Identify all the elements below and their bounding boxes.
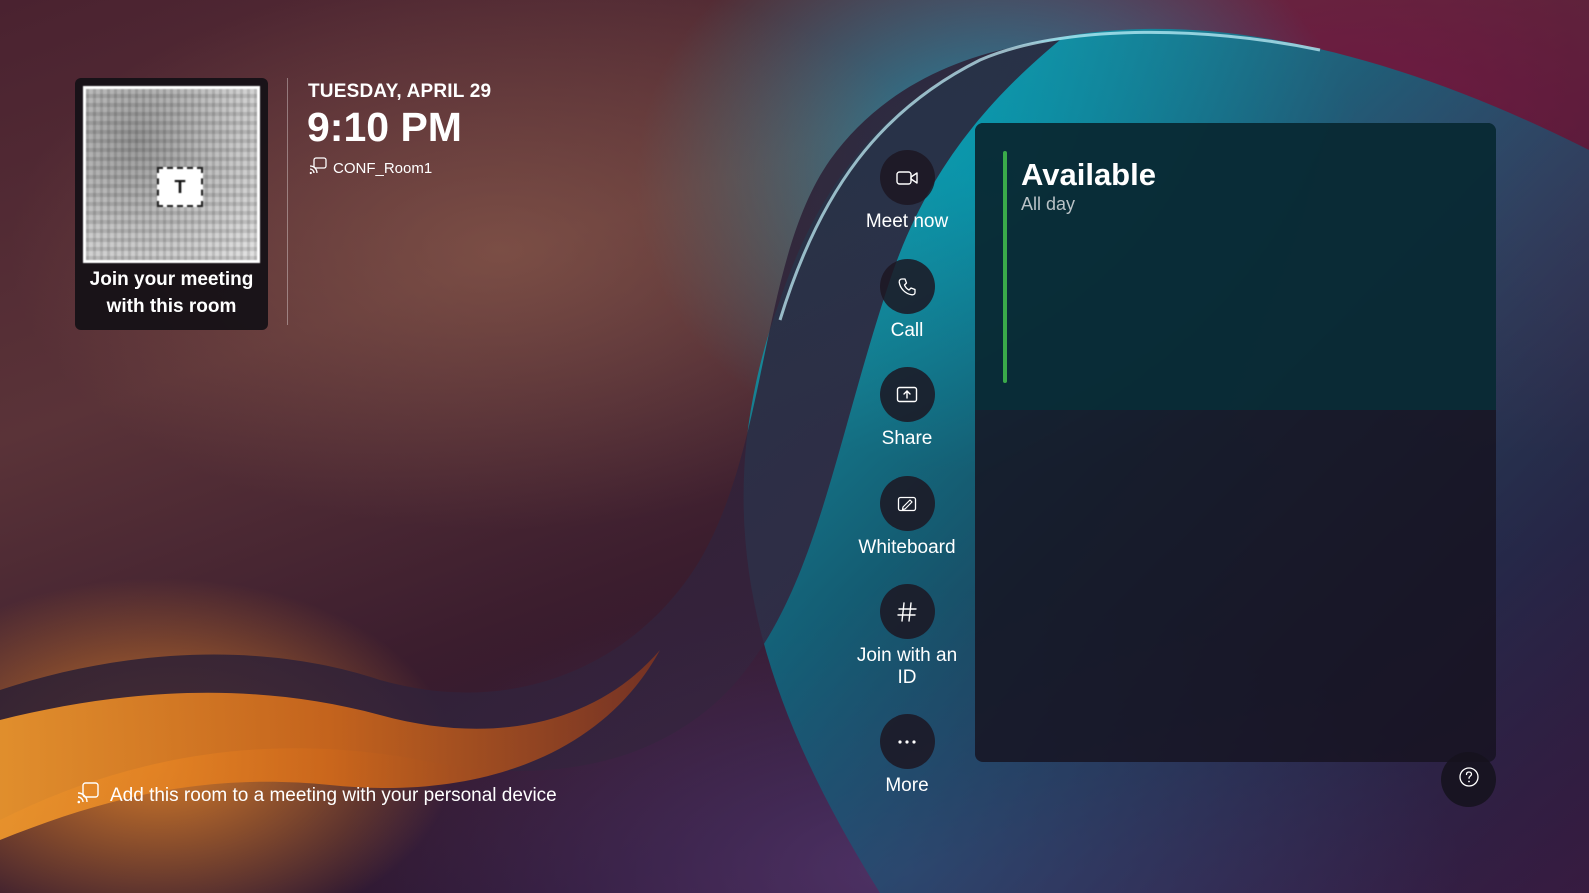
calendar-panel: Available All day: [975, 123, 1496, 762]
join-qr-card[interactable]: T Join your meeting with this room: [75, 78, 268, 330]
meet-now-button[interactable]: Meet now: [847, 150, 967, 233]
current-date: TUESDAY, APRIL 29: [308, 81, 492, 102]
whiteboard-icon: [879, 476, 935, 531]
add-room-hint-text: Add this room to a meeting with your per…: [110, 785, 557, 806]
share-button[interactable]: Share: [847, 367, 967, 450]
header-divider: [287, 78, 288, 325]
help-icon: [1458, 766, 1480, 793]
room-name-row: CONF_Room1: [309, 157, 432, 179]
availability-indicator: [1003, 151, 1007, 383]
share-screen-icon: [879, 367, 935, 422]
more-icon: [879, 714, 935, 769]
more-button[interactable]: More: [847, 714, 967, 797]
add-room-hint: Add this room to a meeting with your per…: [76, 781, 557, 811]
availability-card[interactable]: Available All day: [975, 123, 1496, 410]
phone-icon: [879, 259, 935, 314]
video-camera-icon: [879, 150, 935, 205]
share-label: Share: [881, 428, 933, 449]
join-with-id-label: Join with an ID: [856, 645, 958, 688]
call-label: Call: [890, 320, 924, 341]
availability-detail: All day: [1021, 194, 1076, 214]
cast-icon: [76, 781, 100, 811]
teams-logo-icon: T: [157, 167, 203, 207]
current-time: 9:10 PM: [307, 104, 462, 150]
help-button[interactable]: [1441, 752, 1496, 807]
room-home-screen: T Join your meeting with this room TUESD…: [0, 0, 1589, 893]
qr-code-image: T: [83, 86, 260, 263]
hash-icon: [879, 584, 935, 639]
qr-caption: Join your meeting with this room: [89, 269, 254, 317]
call-button[interactable]: Call: [847, 259, 967, 342]
room-name: CONF_Room1: [333, 159, 433, 177]
more-label: More: [885, 775, 929, 796]
whiteboard-button[interactable]: Whiteboard: [847, 476, 967, 559]
cast-icon: [309, 157, 327, 179]
whiteboard-label: Whiteboard: [858, 537, 956, 558]
meet-now-label: Meet now: [865, 211, 949, 232]
join-with-id-button[interactable]: Join with an ID: [847, 584, 967, 689]
availability-status: Available: [1021, 157, 1156, 192]
